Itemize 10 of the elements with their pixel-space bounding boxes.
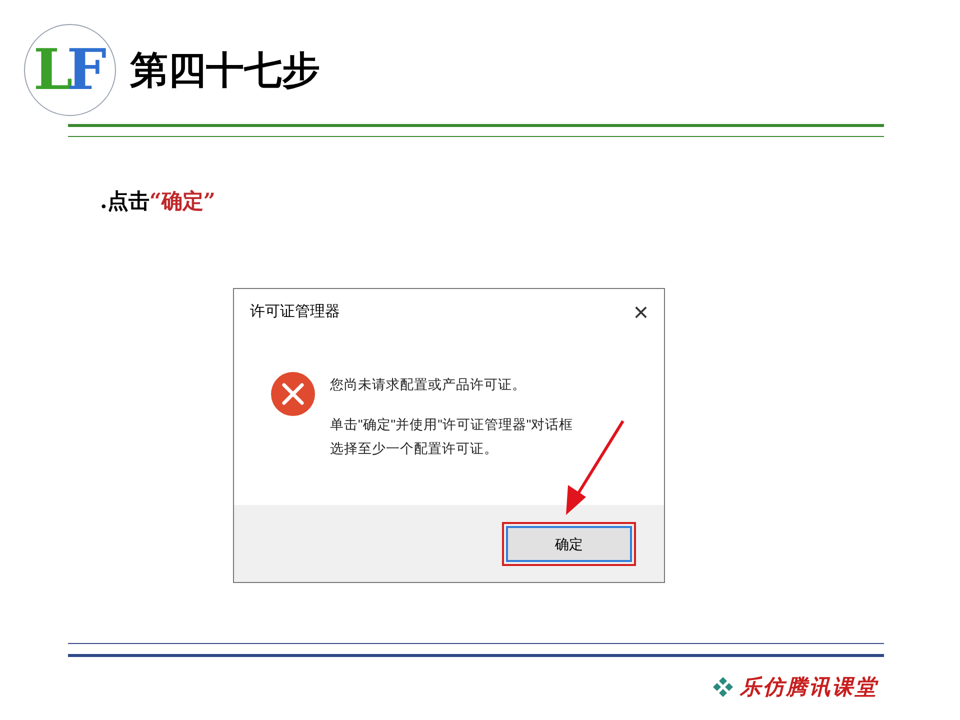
instruction-text: .点击“确定” [100,187,216,215]
dialog-message: 您尚未请求配置或产品许可证。 [330,376,527,394]
brand-text: 乐仿腾讯课堂 [740,673,878,701]
logo: LF [24,24,116,116]
ok-button[interactable]: 确定 [502,522,636,566]
dialog-detail: 单击"确定"并使用"许可证管理器"对话框 选择至少一个配置许可证。 [330,416,574,458]
error-icon [270,371,316,417]
diamond-cluster-icon [712,676,734,698]
slide-title: 第四十七步 [130,46,320,94]
dialog-title: 许可证管理器 [250,302,340,322]
